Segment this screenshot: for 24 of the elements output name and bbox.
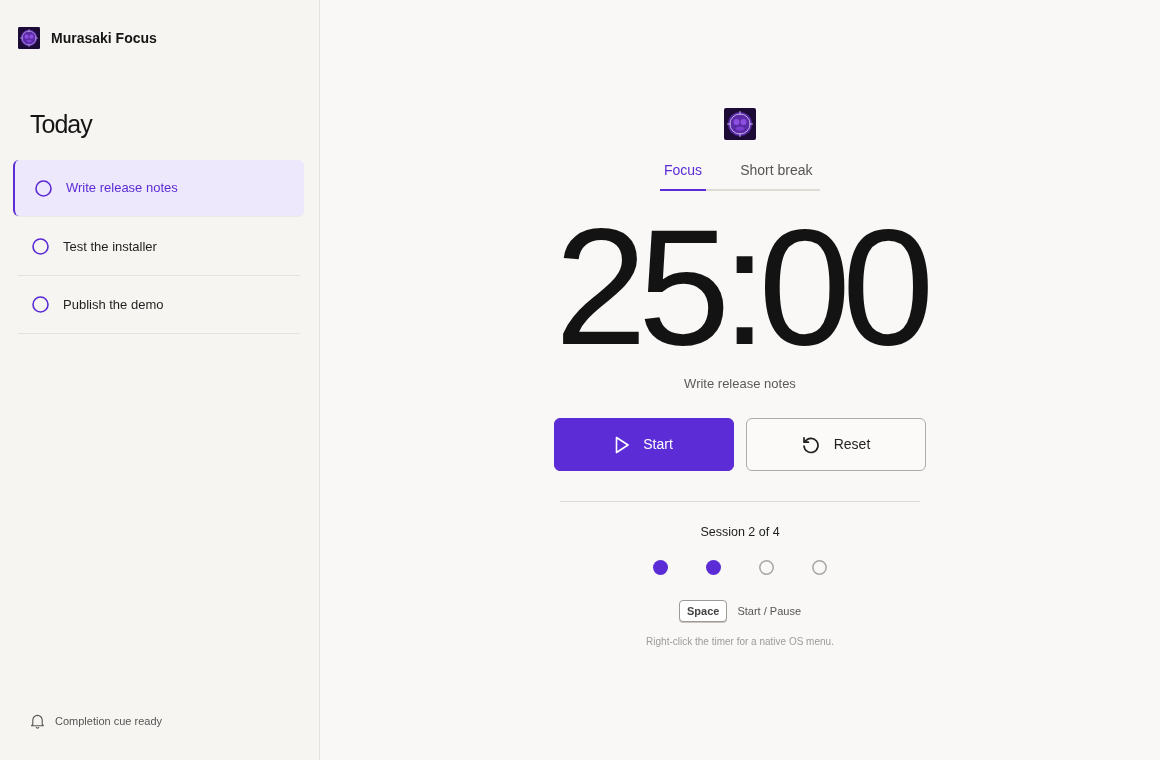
checkbox-circle-icon[interactable] [35, 179, 52, 197]
keyboard-key: Space [679, 600, 728, 622]
hint-text: Right-click the timer for a native OS menu. [646, 635, 834, 649]
current-task-text: Write release notes [684, 375, 796, 393]
reset-button[interactable]: Reset [746, 418, 926, 471]
sidebar-heading: Today [30, 109, 94, 139]
rotate-arrow-icon [801, 435, 820, 454]
timer-display[interactable]: 25:00 [554, 204, 926, 370]
app-title: Murasaki Focus [51, 28, 157, 48]
checkbox-circle-icon[interactable] [32, 238, 49, 255]
task-item[interactable]: Publish the demo [18, 276, 300, 334]
bell-icon [30, 712, 45, 729]
play-icon [615, 435, 630, 454]
task-item[interactable]: Write release notes [13, 160, 304, 216]
task-item[interactable]: Test the installer [18, 218, 300, 276]
status-text: Completion cue ready [55, 713, 162, 729]
shortcut-label: Start / Pause [737, 603, 801, 619]
start-button[interactable]: Start [554, 418, 734, 471]
app-logo-icon [724, 108, 756, 140]
mode-tab[interactable]: Short break [736, 152, 817, 191]
mode-tab[interactable]: Focus [660, 152, 707, 191]
checkbox-circle-icon[interactable] [32, 296, 49, 313]
session-count-text: Session 2 of 4 [700, 524, 780, 541]
app-logo-icon [18, 27, 40, 49]
